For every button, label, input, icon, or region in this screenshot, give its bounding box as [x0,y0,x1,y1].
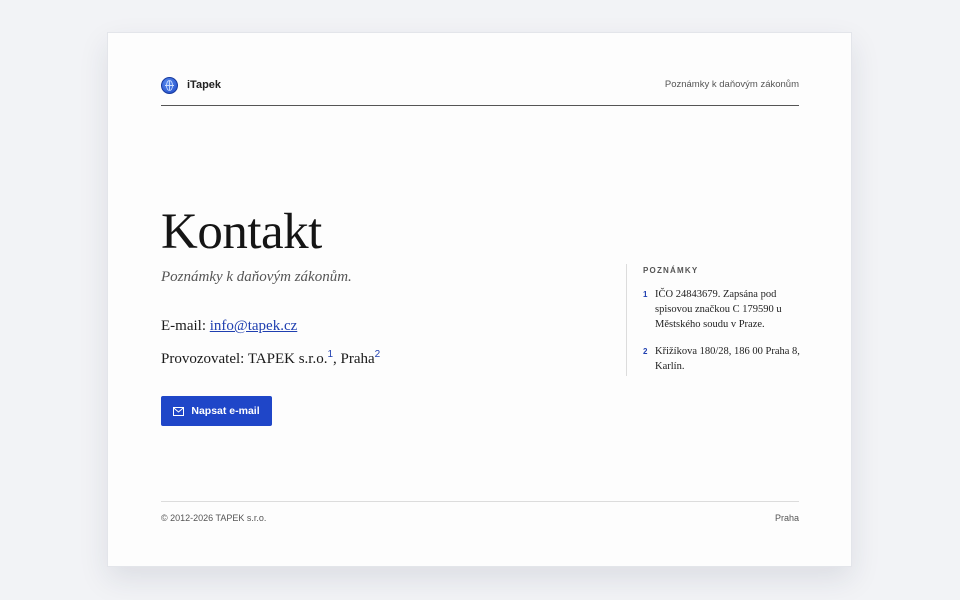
site-header: iTapek Poznámky k daňovým zákonům [161,77,799,106]
notes-title: POZNÁMKY [643,266,699,275]
operator-name: TAPEK s.r.o. [247,351,328,367]
email-link[interactable]: info@tapek.cz [210,318,298,334]
brand-name[interactable]: iTapek [187,79,221,91]
footnote-ref-2[interactable]: 2 [375,349,381,360]
operator-city: Praha [340,351,375,367]
operator-label: Provozovatel: [161,351,245,367]
copyright: © 2012-2026 TAPEK s.r.o. [161,513,267,523]
operator-separator: , [333,351,337,367]
footnote-text: Křižíkova 180/28, 186 00 Praha 8, Karlín… [655,346,800,372]
header-tagline[interactable]: Poznámky k daňovým zákonům [665,79,799,90]
write-email-button[interactable]: Napsat e-mail [161,396,272,426]
write-email-label: Napsat e-mail [191,405,260,417]
mail-icon [173,406,185,416]
footnote-2: 2 Křižíkova 180/28, 186 00 Praha 8, Karl… [643,344,801,374]
page-title: Kontakt [161,204,322,260]
footnote-1: 1 IČO 24843679. Zapsána pod spisovou zna… [643,287,801,332]
footer-city: Praha [774,513,799,523]
operator-line: Provozovatel: TAPEK s.r.o.1, Praha2 [161,349,380,368]
page-subtitle: Poznámky k daňovým zákonům. [161,269,352,285]
globe-logo-icon[interactable] [161,77,178,94]
email-label: E-mail: [161,318,206,334]
footnote-text: IČO 24843679. Zapsána pod spisovou značk… [655,289,782,330]
page-card: iTapek Poznámky k daňovým zákonům Kontak… [107,32,852,567]
email-line: E-mail: info@tapek.cz [161,318,297,335]
notes-panel: POZNÁMKY 1 IČO 24843679. Zapsána pod spi… [626,264,801,376]
footnote-number: 2 [643,347,648,356]
site-footer: © 2012-2026 TAPEK s.r.o. Praha [161,501,799,523]
footnote-number: 1 [643,290,648,299]
